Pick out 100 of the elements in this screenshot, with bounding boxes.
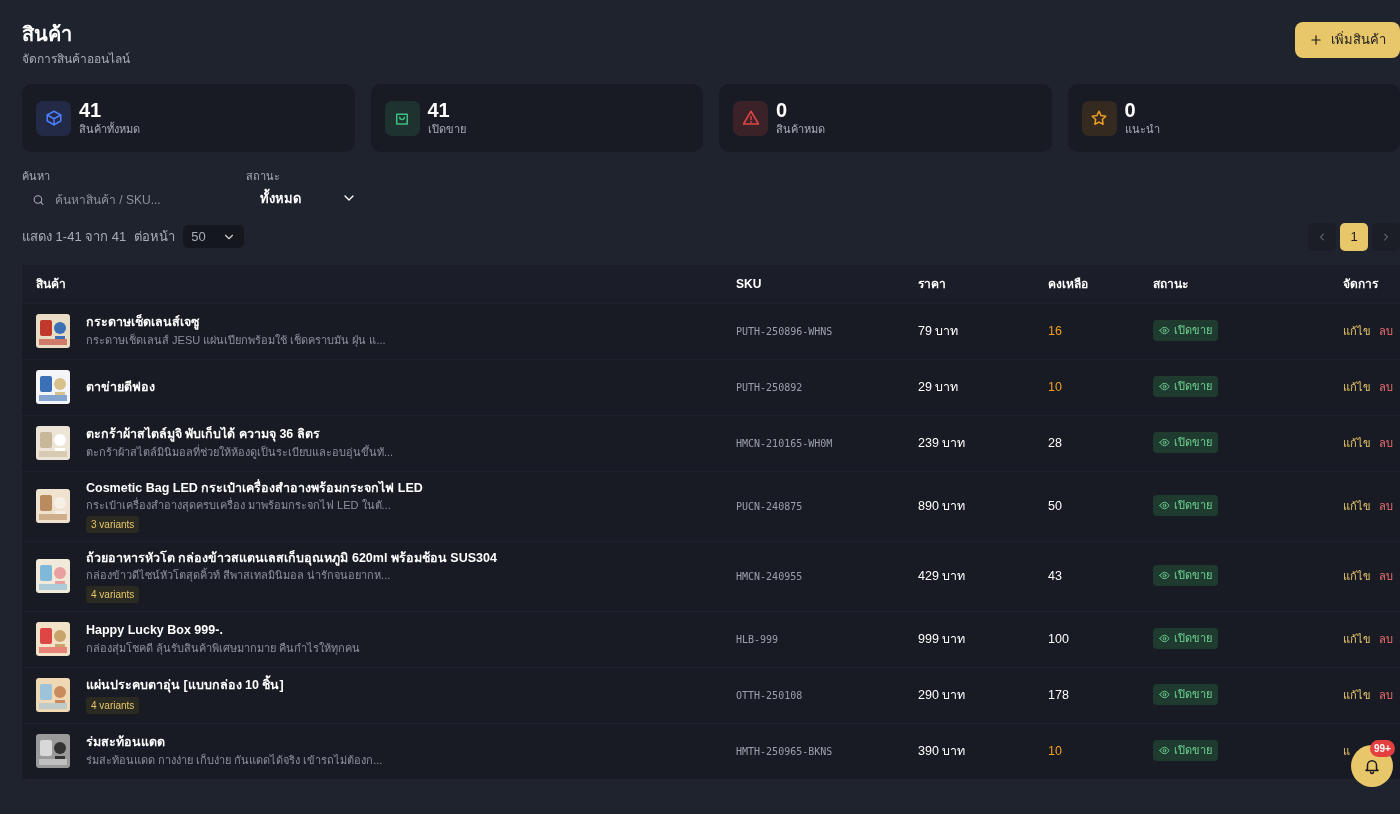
sku-text: OTTH-250108 xyxy=(736,690,803,702)
stat-label: เปิดขาย xyxy=(427,121,466,137)
status-tag: เปิดขาย xyxy=(1153,565,1218,586)
stock-count: 43 xyxy=(1048,569,1062,584)
column-header: สถานะ xyxy=(1153,275,1189,293)
bell-icon xyxy=(1363,757,1381,775)
per-page-select[interactable]: 50 xyxy=(183,224,244,249)
edit-link[interactable]: แก้ไข xyxy=(1343,687,1379,704)
status-select[interactable]: ทั้งหมด xyxy=(246,184,371,212)
delete-link[interactable]: ลบ xyxy=(1379,631,1400,648)
variants-tag: 4 variants xyxy=(86,585,140,603)
sku-text: PUTH-250896-WHNS xyxy=(736,326,833,338)
variants-tag: 3 variants xyxy=(86,515,140,533)
previous-page-button[interactable] xyxy=(1308,222,1336,251)
stat-value: 0 xyxy=(776,98,789,121)
stat-label: แนะนำ xyxy=(1124,121,1160,137)
product-name: Cosmetic Bag LED กระเป๋าเครื่องสำอางพร้อมกระจกไฟ LED xyxy=(86,478,423,497)
eye-icon xyxy=(1159,325,1170,337)
delete-link[interactable]: ลบ xyxy=(1379,379,1400,396)
stat-value: 0 xyxy=(1124,98,1137,121)
page-title: สินค้า xyxy=(22,22,73,46)
stock-count: 16 xyxy=(1048,324,1062,339)
product-name: ตาข่ายตีฟอง xyxy=(86,378,155,396)
eye-icon xyxy=(1159,570,1170,582)
stock-count: 50 xyxy=(1048,499,1062,514)
price-text: 290 บาท xyxy=(918,688,966,703)
search-field[interactable]: ค้นหาสินค้า / SKU... xyxy=(53,189,212,210)
edit-link[interactable]: แก้ไข xyxy=(1343,323,1379,340)
sku-text: HLB-999 xyxy=(736,634,779,646)
price-text: 239 บาท xyxy=(918,436,966,451)
sku-text: PUCN-240875 xyxy=(736,501,803,513)
edit-link[interactable]: แก้ไข xyxy=(1343,568,1379,585)
notification-badge: 99+ xyxy=(1370,740,1395,757)
search-icon xyxy=(32,192,45,207)
price-text: 390 บาท xyxy=(918,744,966,759)
delete-link[interactable]: ลบ xyxy=(1379,323,1400,340)
status-tag: เปิดขาย xyxy=(1153,628,1218,649)
product-name: ร่มสะท้อนแดด xyxy=(86,734,166,752)
star-icon xyxy=(1090,109,1108,127)
edit-link[interactable]: แ xyxy=(1343,743,1358,760)
column-header: จัดการ xyxy=(1342,275,1380,293)
price-text: 890 บาท xyxy=(918,499,966,514)
eye-icon xyxy=(1159,745,1170,757)
sku-text: HMTH-250965-BKNS xyxy=(736,746,833,758)
page-button[interactable]: 1 xyxy=(1340,222,1368,251)
stat-label: สินค้าหมด xyxy=(776,121,825,137)
product-description: กล่องข้าวดีไซน์หัวโตสุดคิ้วท์ สีพาสเทลมินิมอล น่ารักจนอยากห... xyxy=(86,567,392,584)
select-value: 50 xyxy=(191,227,206,246)
results-summary: แสดง 1-41 จาก 41 xyxy=(22,227,127,246)
sku-text: HMCN-210165-WH0M xyxy=(736,438,833,450)
eye-icon xyxy=(1159,633,1170,645)
edit-link[interactable]: แก้ไข xyxy=(1343,498,1379,515)
stat-value: 41 xyxy=(427,98,451,121)
status-tag: เปิดขาย xyxy=(1153,320,1218,341)
stat-value: 41 xyxy=(79,98,103,121)
stock-count: 100 xyxy=(1048,632,1069,647)
add-product-button[interactable]: เพิ่มสินค้า xyxy=(1295,22,1400,58)
select-value: ทั้งหมด xyxy=(260,188,301,208)
stat-label: สินค้าทั้งหมด xyxy=(79,121,140,137)
next-page-button[interactable] xyxy=(1372,222,1400,251)
delete-link[interactable]: ลบ xyxy=(1379,568,1400,585)
edit-link[interactable]: แก้ไข xyxy=(1343,435,1379,452)
status-tag: เปิดขาย xyxy=(1153,740,1218,761)
product-description: กล่องสุ่มโชคดี ลุ้นรับสินค้าพิเศษมากมาย คืนกำไรให้ทุกคน xyxy=(86,641,361,657)
stock-count: 178 xyxy=(1048,688,1069,703)
per-page-label: ต่อหน้า xyxy=(134,227,176,246)
column-header: SKU xyxy=(736,275,763,293)
edit-link[interactable]: แก้ไข xyxy=(1343,379,1379,396)
stock-count: 10 xyxy=(1048,380,1062,395)
product-name: แผ่นประคบตาอุ่น [แบบกล่อง 10 ชิ้น] xyxy=(86,675,284,695)
edit-link[interactable]: แก้ไข xyxy=(1343,631,1379,648)
column-header: สินค้า xyxy=(35,275,67,293)
delete-link[interactable]: ลบ xyxy=(1379,498,1400,515)
sku-text: PUTH-250892 xyxy=(736,382,803,394)
price-text: 29 บาท xyxy=(918,380,959,395)
product-name: ถ้วยอาหารหัวโต กล่องข้าวสแตนเลสเก็บอุณหภูมิ 620ml พร้อมช้อน SUS304 xyxy=(86,549,497,568)
column-header: ราคา xyxy=(918,275,947,293)
sku-text: HMCN-240955 xyxy=(736,571,803,583)
price-text: 429 บาท xyxy=(918,569,966,584)
page-subtitle: จัดการสินค้าออนไลน์ xyxy=(22,51,130,68)
eye-icon xyxy=(1159,437,1170,449)
product-name: ตะกร้าผ้าสไตล์มูจิ พับเก็บได้ ความจุ 36 ลิตร xyxy=(86,425,321,444)
delete-link[interactable]: ลบ xyxy=(1379,435,1400,452)
product-description: กระเป๋าเครื่องสำอางสุดครบเครื่อง มาพร้อมกระจกไฟ LED ในตั... xyxy=(86,497,392,514)
status-tag: เปิดขาย xyxy=(1153,376,1218,397)
field-label: สถานะ xyxy=(246,169,281,184)
product-name: Happy Lucky Box 999-. xyxy=(86,622,224,640)
product-description: ตะกร้าผ้าสไตล์มินิมอลที่ช่วยให้ห้องดูเป็นระเบียบและอบอุ่นขึ้นทั... xyxy=(86,444,394,461)
price-text: 79 บาท xyxy=(918,324,959,339)
eye-icon xyxy=(1159,500,1170,512)
status-tag: เปิดขาย xyxy=(1153,495,1218,516)
delete-link[interactable]: ลบ xyxy=(1379,687,1400,704)
stock-count: 10 xyxy=(1048,744,1062,759)
column-header: คงเหลือ xyxy=(1048,275,1089,293)
price-text: 999 บาท xyxy=(918,632,966,647)
variants-tag: 4 variants xyxy=(86,696,140,714)
status-tag: เปิดขาย xyxy=(1153,684,1218,705)
eye-icon xyxy=(1159,381,1170,393)
stock-count: 28 xyxy=(1048,436,1062,451)
product-description: กระดาษเช็ดเลนส์ JESU แผ่นเปียกพร้อมใช้ เช็ดคราบมัน ฝุ่น แ... xyxy=(86,332,386,349)
